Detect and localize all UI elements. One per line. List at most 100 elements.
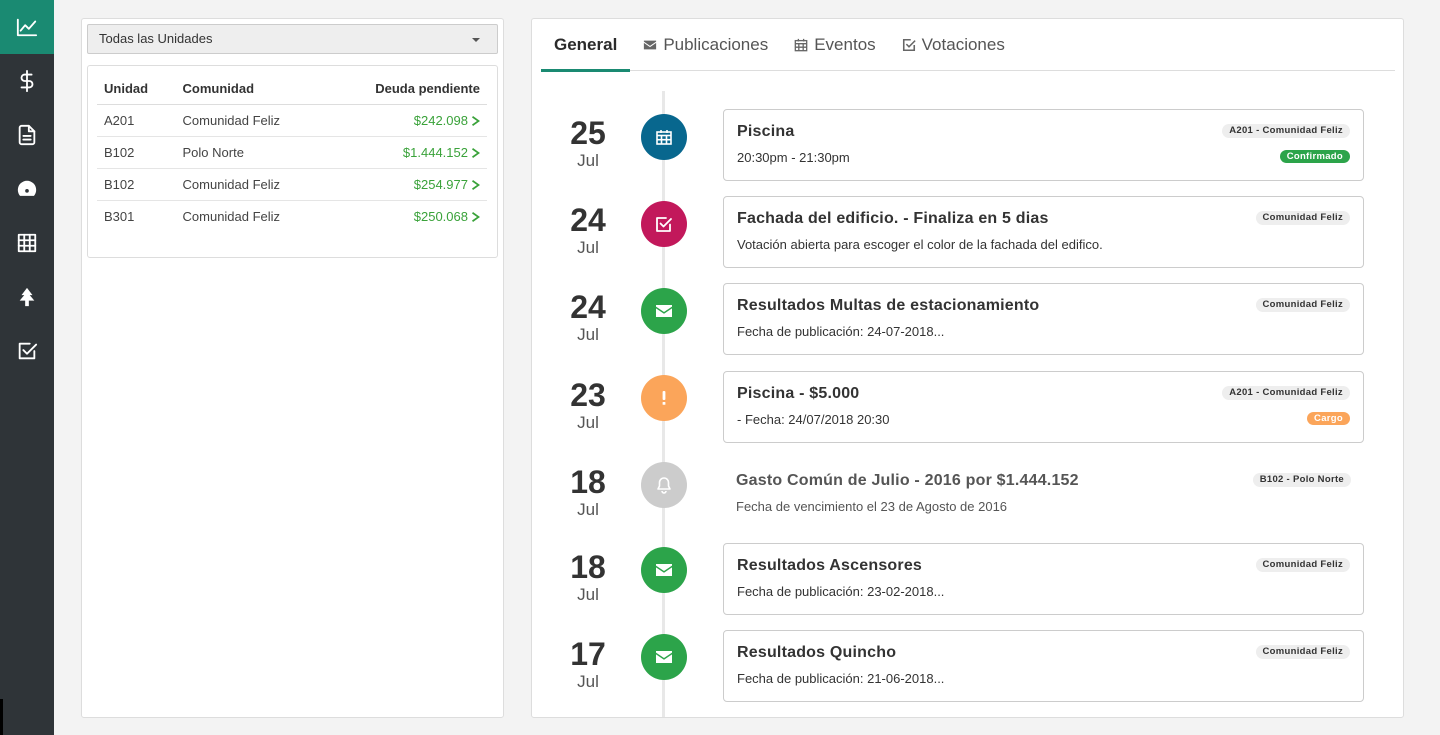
event-badge bbox=[641, 114, 687, 160]
card-subtitle: Votación abierta para escoger el color d… bbox=[737, 237, 1103, 252]
timeline-card[interactable]: Resultados Quincho Fecha de publicación:… bbox=[723, 630, 1364, 702]
card-title: Resultados Multas de estacionamiento bbox=[737, 297, 1040, 314]
table-row[interactable]: B301 Comunidad Feliz $250.068 bbox=[97, 200, 487, 232]
chart-line-icon bbox=[16, 18, 38, 37]
timeline-card[interactable]: Gasto Común de Julio - 2016 por $1.444.1… bbox=[723, 458, 1364, 530]
date-day: 24 bbox=[570, 202, 606, 238]
sidebar-item-calendar[interactable] bbox=[0, 216, 54, 270]
publication-badge bbox=[641, 634, 687, 680]
card-subtitle: Fecha de publicación: 24-07-2018... bbox=[737, 324, 945, 339]
timeline-card[interactable]: Piscina 20:30pm - 21:30pm A201 - Comunid… bbox=[723, 109, 1364, 181]
unit-cell: A201 bbox=[97, 104, 176, 137]
date-day: 18 bbox=[570, 464, 606, 500]
sidebar-item-votes[interactable] bbox=[0, 324, 54, 378]
unit-tag: B102 - Polo Norte bbox=[1252, 473, 1351, 487]
date-day: 18 bbox=[570, 549, 606, 585]
community-tag: Comunidad Feliz bbox=[1255, 211, 1350, 225]
date-month: Jul bbox=[577, 672, 599, 691]
debt-cell[interactable]: $242.098 bbox=[326, 104, 487, 137]
table-row[interactable]: A201 Comunidad Feliz $242.098 bbox=[97, 104, 487, 137]
bell-icon bbox=[657, 477, 671, 494]
status-badge: Cargo bbox=[1307, 412, 1350, 425]
publication-badge bbox=[641, 547, 687, 593]
chevron-right-icon bbox=[472, 146, 480, 158]
sidebar bbox=[0, 0, 54, 735]
sidebar-bottom-handle bbox=[0, 699, 3, 735]
sidebar-item-amenities[interactable] bbox=[0, 270, 54, 324]
dashboard-icon bbox=[17, 180, 37, 196]
sidebar-item-dashboard-gauge[interactable] bbox=[0, 162, 54, 216]
chevron-right-icon bbox=[472, 178, 480, 190]
unit-cell: B102 bbox=[97, 168, 176, 201]
date-day: 23 bbox=[570, 377, 606, 413]
status-badge: Confirmado bbox=[1279, 150, 1350, 163]
debt-cell[interactable]: $250.068 bbox=[326, 200, 487, 232]
table-row[interactable]: B102 Comunidad Feliz $254.977 bbox=[97, 168, 487, 201]
timeline-panel: General Publicaciones Eventos Votaciones… bbox=[531, 18, 1404, 718]
community-cell: Comunidad Feliz bbox=[175, 104, 327, 137]
date-month: Jul bbox=[577, 151, 599, 170]
date-day: 17 bbox=[570, 636, 606, 672]
publication-badge bbox=[641, 288, 687, 334]
sidebar-item-documents[interactable] bbox=[0, 108, 54, 162]
envelope-icon bbox=[644, 40, 657, 50]
units-panel: Todas las Unidades Unidad Comunidad Deud… bbox=[81, 18, 504, 718]
expense-badge bbox=[641, 462, 687, 508]
column-header-debt: Deuda pendiente bbox=[326, 74, 487, 105]
table-row[interactable]: B102 Polo Norte $1.444.152 bbox=[97, 136, 487, 169]
unit-cell: B102 bbox=[97, 136, 176, 169]
unit-select[interactable]: Todas las Unidades bbox=[87, 24, 498, 54]
community-cell: Comunidad Feliz bbox=[182, 208, 281, 224]
envelope-icon bbox=[656, 305, 672, 317]
card-subtitle: - Fecha: 24/07/2018 20:30 bbox=[737, 412, 890, 427]
timeline-date: 18 Jul bbox=[552, 465, 624, 521]
debt-amount: $250.068 bbox=[413, 208, 468, 224]
envelope-icon bbox=[656, 651, 672, 663]
debt-table: Unidad Comunidad Deuda pendiente A201 Co… bbox=[97, 74, 487, 232]
timeline-date: 25 Jul bbox=[552, 116, 624, 172]
timeline-date: 24 Jul bbox=[552, 203, 624, 259]
date-month: Jul bbox=[577, 413, 599, 432]
calendar-icon bbox=[794, 38, 808, 52]
date-day: 24 bbox=[570, 289, 606, 325]
tree-icon bbox=[19, 287, 35, 307]
envelope-icon bbox=[656, 564, 672, 576]
date-month: Jul bbox=[577, 325, 599, 344]
community-cell: Polo Norte bbox=[175, 136, 327, 169]
column-header-unit: Unidad bbox=[97, 74, 176, 105]
timeline-card[interactable]: Piscina - $5.000 - Fecha: 24/07/2018 20:… bbox=[723, 371, 1364, 443]
date-month: Jul bbox=[577, 238, 599, 257]
unit-tag: A201 - Comunidad Feliz bbox=[1222, 124, 1350, 138]
check-square-icon bbox=[656, 217, 672, 232]
tab-general[interactable]: General bbox=[541, 19, 631, 72]
timeline-date: 17 Jul bbox=[552, 637, 624, 693]
card-title: Resultados Ascensores bbox=[737, 557, 923, 574]
timeline-card[interactable]: Fachada del edificio. - Finaliza en 5 di… bbox=[723, 196, 1364, 268]
debt-amount: $1.444.152 bbox=[402, 144, 468, 160]
debt-amount: $242.098 bbox=[413, 112, 468, 128]
card-title: Gasto Común de Julio - 2016 por $1.444.1… bbox=[736, 472, 1079, 489]
sidebar-item-payments[interactable] bbox=[0, 54, 54, 108]
community-cell: Comunidad Feliz bbox=[175, 168, 327, 201]
date-month: Jul bbox=[577, 500, 599, 519]
card-title: Fachada del edificio. - Finaliza en 5 di… bbox=[737, 210, 1049, 227]
tab-bar: General Publicaciones Eventos Votaciones bbox=[541, 19, 1395, 72]
card-title: Piscina - $5.000 bbox=[737, 385, 860, 402]
tab-eventos[interactable]: Eventos bbox=[781, 19, 888, 71]
dollar-icon bbox=[20, 70, 34, 92]
debt-cell[interactable]: $1.444.152 bbox=[326, 136, 487, 169]
sidebar-item-dashboard[interactable] bbox=[0, 0, 54, 54]
chevron-right-icon bbox=[472, 114, 480, 126]
timeline-card[interactable]: Resultados Multas de estacionamiento Fec… bbox=[723, 283, 1364, 355]
timeline-date: 24 Jul bbox=[552, 290, 624, 346]
community-tag: Comunidad Feliz bbox=[1255, 558, 1350, 572]
calendar-icon bbox=[656, 130, 672, 145]
timeline-card[interactable]: Resultados Ascensores Fecha de publicaci… bbox=[723, 543, 1364, 615]
column-header-community: Comunidad bbox=[175, 74, 327, 105]
unit-tag: A201 - Comunidad Feliz bbox=[1222, 386, 1350, 400]
tab-votaciones[interactable]: Votaciones bbox=[889, 19, 1018, 71]
check-square-icon bbox=[18, 342, 38, 360]
debt-cell[interactable]: $254.977 bbox=[326, 168, 487, 201]
tab-publicaciones[interactable]: Publicaciones bbox=[630, 19, 781, 71]
document-icon bbox=[18, 124, 36, 146]
